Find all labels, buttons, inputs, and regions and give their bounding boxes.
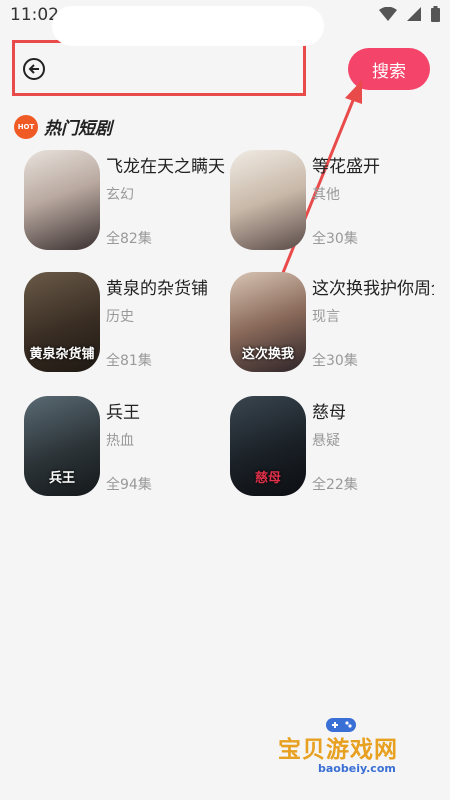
drama-card[interactable]: 飞龙在天之瞒天 玄幻 全82集	[24, 150, 229, 254]
drama-cover: 慈母	[230, 396, 306, 496]
search-bar-highlight	[12, 40, 306, 96]
drama-genre: 历史	[106, 309, 134, 325]
cover-text: 慈母	[254, 471, 281, 486]
drama-episodes: 全30集	[312, 353, 358, 369]
drama-card[interactable]: 这次换我 这次换我护你周全 现言 全30集	[230, 272, 435, 376]
search-button[interactable]: 搜索	[348, 48, 430, 90]
watermark-logo: 宝贝游戏网 baobeiy.com	[268, 716, 418, 782]
drama-cover: 黄泉杂货铺	[24, 272, 100, 372]
drama-cover	[230, 150, 306, 250]
watermark-text: 宝贝游戏网	[278, 737, 398, 763]
battery-icon	[431, 6, 440, 22]
section-header: HOT 热门短剧	[14, 114, 112, 139]
drama-card[interactable]: 等花盛开 其他 全30集	[230, 150, 435, 254]
drama-card[interactable]: 慈母 慈母 悬疑 全22集	[230, 396, 435, 500]
drama-episodes: 全82集	[106, 231, 152, 247]
drama-genre: 玄幻	[106, 187, 134, 203]
hot-badge-icon: HOT	[14, 114, 38, 139]
watermark-url: baobeiy.com	[318, 762, 396, 775]
drama-title: 等花盛开	[312, 157, 380, 177]
drama-episodes: 全30集	[312, 231, 358, 247]
drama-card[interactable]: 兵王 兵王 热血 全94集	[24, 396, 229, 500]
cover-text: 这次换我	[241, 347, 294, 362]
signal-icon	[407, 7, 421, 21]
drama-title: 兵王	[106, 403, 140, 423]
drama-cover	[24, 150, 100, 250]
search-input[interactable]	[52, 6, 324, 46]
drama-card[interactable]: 黄泉杂货铺 黄泉的杂货铺 历史 全81集	[24, 272, 229, 376]
cover-text: 黄泉杂货铺	[29, 347, 95, 362]
drama-genre: 热血	[106, 433, 134, 449]
drama-episodes: 全22集	[312, 477, 358, 493]
drama-episodes: 全94集	[106, 477, 152, 493]
drama-cover: 兵王	[24, 396, 100, 496]
cover-text: 兵王	[48, 471, 75, 486]
section-title: 热门短剧	[44, 119, 112, 139]
drama-title: 飞龙在天之瞒天	[106, 157, 225, 177]
drama-title: 黄泉的杂货铺	[106, 279, 208, 299]
back-button[interactable]	[23, 58, 45, 80]
drama-genre: 现言	[312, 309, 340, 325]
wifi-icon	[379, 7, 397, 21]
drama-cover: 这次换我	[230, 272, 306, 372]
back-arrow-icon	[28, 64, 39, 74]
drama-title: 慈母	[312, 403, 346, 423]
system-icons	[379, 6, 440, 22]
drama-title: 这次换我护你周全	[312, 279, 434, 299]
drama-genre: 悬疑	[312, 433, 340, 449]
drama-genre: 其他	[312, 187, 340, 203]
drama-episodes: 全81集	[106, 353, 152, 369]
